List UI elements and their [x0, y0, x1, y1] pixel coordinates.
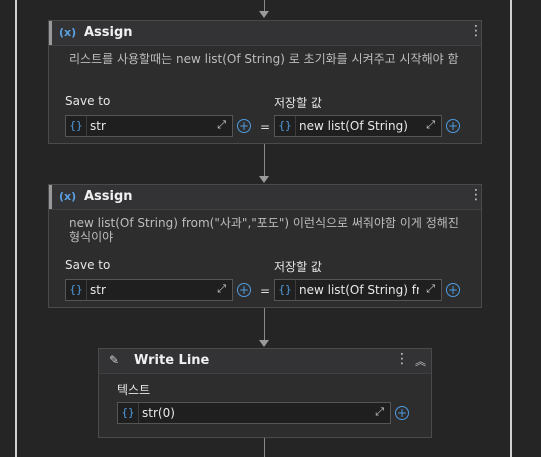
expand-editor-icon[interactable]: ⤢: [217, 282, 226, 296]
text-label: 텍스트: [117, 383, 151, 397]
expand-editor-icon[interactable]: ⤢: [426, 118, 435, 132]
canvas-right-border: [510, 0, 512, 457]
expression-braces-icon: {}: [275, 280, 296, 300]
save-to-label: Save to: [65, 258, 111, 272]
assign-2-header[interactable]: (x) Assign ⋮: [49, 185, 483, 210]
save-to-value: str: [90, 283, 106, 297]
connector-2-3: [264, 307, 265, 340]
value-expression: new list(Of String): [299, 119, 408, 133]
more-options-icon[interactable]: ⋮: [395, 352, 409, 366]
save-to-value: str: [90, 119, 106, 133]
activity-description: new list(Of String) from("사과","포도") 이런식으…: [69, 216, 459, 244]
text-value: str(0): [142, 406, 175, 420]
more-options-icon[interactable]: ⋮: [469, 188, 483, 202]
selection-accent: [49, 185, 52, 209]
expand-editor-icon[interactable]: ⤢: [217, 118, 226, 132]
activity-title: Assign: [84, 25, 133, 40]
connector-bottom: [264, 437, 265, 457]
connector-arrow-2-3: [259, 340, 269, 347]
activity-title: Assign: [84, 189, 133, 204]
connector-arrow-1-2: [259, 176, 269, 183]
collapse-icon[interactable]: ︽: [415, 353, 426, 369]
value-expression: new list(Of String) fro: [299, 283, 419, 297]
expand-editor-icon[interactable]: ⤢: [375, 405, 384, 419]
add-variable-button[interactable]: +: [237, 283, 251, 297]
expression-braces-icon: {}: [118, 403, 139, 423]
value-label: 저장할 값: [274, 260, 322, 274]
canvas-left-border: [15, 0, 17, 457]
selection-accent: [49, 21, 52, 45]
value-label: 저장할 값: [274, 96, 322, 110]
value-field[interactable]: {} new list(Of String) fro ⤢: [274, 279, 442, 301]
text-field[interactable]: {} str(0) ⤢: [117, 402, 391, 424]
add-value-button[interactable]: +: [446, 283, 460, 297]
expression-braces-icon: {}: [66, 280, 87, 300]
equals-sign: =: [260, 284, 271, 298]
activity-title: Write Line: [134, 353, 210, 368]
variable-x-icon: (x): [59, 26, 77, 39]
connector-1-2: [264, 143, 265, 176]
more-options-icon[interactable]: ⋮: [469, 24, 483, 38]
expression-braces-icon: {}: [66, 116, 87, 136]
expand-editor-icon[interactable]: ⤢: [426, 282, 435, 296]
assign-activity-1[interactable]: (x) Assign ⋮ 리스트를 사용할때는 new list(Of Stri…: [48, 20, 483, 144]
save-to-field[interactable]: {} str ⤢: [65, 279, 233, 301]
write-line-header[interactable]: ✎ Write Line ⋮ ︽: [99, 349, 431, 374]
save-to-field[interactable]: {} str ⤢: [65, 115, 233, 137]
expression-braces-icon: {}: [275, 116, 296, 136]
assign-1-header[interactable]: (x) Assign ⋮: [49, 21, 483, 46]
equals-sign: =: [260, 120, 271, 134]
add-value-button[interactable]: +: [446, 119, 460, 133]
write-line-activity[interactable]: ✎ Write Line ⋮ ︽ 텍스트 {} str(0) ⤢ +: [98, 348, 432, 438]
value-field[interactable]: {} new list(Of String) ⤢: [274, 115, 442, 137]
add-value-button[interactable]: +: [395, 406, 409, 420]
connector-arrow-top: [259, 11, 269, 18]
assign-activity-2[interactable]: (x) Assign ⋮ new list(Of String) from("사…: [48, 184, 483, 308]
activity-description: 리스트를 사용할때는 new list(Of String) 로 초기화를 시켜…: [69, 52, 459, 66]
save-to-label: Save to: [65, 94, 111, 108]
add-variable-button[interactable]: +: [237, 119, 251, 133]
pencil-icon: ✎: [109, 353, 120, 367]
variable-x-icon: (x): [59, 190, 77, 203]
